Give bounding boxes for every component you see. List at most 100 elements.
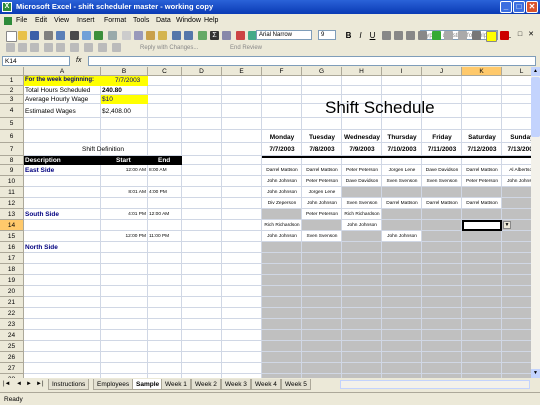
cut-icon[interactable] <box>122 31 131 40</box>
email-icon[interactable] <box>56 31 65 40</box>
last-sheet-icon[interactable]: ►| <box>36 379 44 390</box>
shift-start-time[interactable]: 8:01 AM <box>101 188 146 197</box>
scroll-down-icon[interactable]: ▼ <box>531 369 540 378</box>
formula-input[interactable] <box>88 56 536 66</box>
shift-start-time[interactable]: 12:00 AM <box>101 166 146 175</box>
row-header-7[interactable]: 7 <box>0 143 24 156</box>
column-header-k[interactable]: K <box>462 67 502 76</box>
assignment-cell[interactable]: Dave Davidson <box>422 166 462 175</box>
currency-icon[interactable] <box>432 31 441 40</box>
fx-icon[interactable]: fx <box>76 55 81 67</box>
end-review-button[interactable]: End Review <box>230 42 262 54</box>
assignment-cell[interactable]: Dave Davidson <box>342 177 382 186</box>
hyperlink-icon[interactable] <box>198 31 207 40</box>
print-icon[interactable] <box>70 31 79 40</box>
row-header-5[interactable]: 5 <box>0 118 24 130</box>
active-cell[interactable] <box>462 220 502 231</box>
assignment-cell[interactable]: Rich Richardson <box>342 210 382 219</box>
chart-wizard-icon[interactable] <box>236 31 245 40</box>
assignment-cell[interactable]: Peter Peterson <box>462 177 502 186</box>
assignment-cell[interactable]: Sven Svenson <box>382 177 422 186</box>
menu-help[interactable]: Help <box>204 14 218 28</box>
shift-start-time[interactable]: 12:00 PM <box>101 232 146 241</box>
row-header-25[interactable]: 25 <box>0 341 24 352</box>
assignment-cell[interactable]: Al Albertson <box>502 166 531 175</box>
next-sheet-icon[interactable]: ► <box>26 379 32 390</box>
assignment-cell[interactable]: Rich Richardson <box>262 221 302 230</box>
spelling-icon[interactable] <box>94 31 103 40</box>
borders-icon[interactable] <box>472 31 481 40</box>
new-icon[interactable] <box>6 31 17 42</box>
row-header-21[interactable]: 21 <box>0 297 24 308</box>
menu-tools[interactable]: Tools <box>133 14 149 28</box>
menu-file[interactable]: File <box>16 14 27 28</box>
italic-icon[interactable]: I <box>356 31 365 40</box>
row-header-8[interactable]: 8 <box>0 156 24 165</box>
row-header-26[interactable]: 26 <box>0 352 24 363</box>
save-icon[interactable] <box>30 31 39 40</box>
column-header-a[interactable]: A <box>24 67 101 76</box>
review-icon-8[interactable] <box>98 43 107 52</box>
assignment-cell[interactable]: John Johnson <box>342 221 382 230</box>
minimize-button[interactable]: _ <box>500 1 512 13</box>
column-header-e[interactable]: E <box>222 67 262 76</box>
assignment-cell[interactable]: Darrel Mattson <box>422 199 462 208</box>
fill-color-icon[interactable] <box>486 31 497 42</box>
shift-end-time[interactable]: 11:00 PM <box>149 232 169 241</box>
assignment-cell[interactable]: John Johnson <box>262 177 302 186</box>
permission-icon[interactable] <box>44 31 53 40</box>
menu-window[interactable]: Window <box>176 14 201 28</box>
undo-icon[interactable] <box>172 31 181 40</box>
align-left-icon[interactable] <box>382 31 391 40</box>
assignment-cell[interactable]: Darrel Mattson <box>262 166 302 175</box>
review-icon-4[interactable] <box>44 43 53 52</box>
font-name-select[interactable]: Arial Narrow <box>256 30 312 40</box>
percent-icon[interactable] <box>444 31 453 40</box>
column-header-h[interactable]: H <box>342 67 382 76</box>
row-header-2[interactable]: 2 <box>0 86 24 95</box>
row-header-20[interactable]: 20 <box>0 286 24 297</box>
row-header-1[interactable]: 1 <box>0 76 24 86</box>
week-start-value[interactable]: 7/7/2003 <box>115 76 140 85</box>
name-box[interactable]: K14 <box>2 56 70 66</box>
menu-format[interactable]: Format <box>104 14 126 28</box>
row-header-16[interactable]: 16 <box>0 242 24 253</box>
bold-icon[interactable]: B <box>344 31 353 40</box>
shift-end-time[interactable]: 8:00 AM <box>149 166 167 175</box>
review-icon-6[interactable] <box>70 43 79 52</box>
row-header-3[interactable]: 3 <box>0 95 24 104</box>
assignment-cell[interactable]: Div Zeperson <box>262 199 302 208</box>
menu-edit[interactable]: Edit <box>35 14 47 28</box>
tab-sample[interactable]: Sample <box>132 379 164 390</box>
assignment-cell[interactable]: John Johnson <box>382 232 422 241</box>
close-button[interactable]: ✕ <box>526 1 538 13</box>
font-size-select[interactable]: 9 <box>318 30 336 40</box>
assignment-cell[interactable]: Jorgen Lene <box>302 188 342 197</box>
shift-end-time[interactable]: 4:00 PM <box>149 188 167 197</box>
scroll-thumb[interactable] <box>531 77 540 137</box>
menu-view[interactable]: View <box>54 14 69 28</box>
assignment-cell[interactable]: John Johnson <box>502 177 531 186</box>
row-header-23[interactable]: 23 <box>0 319 24 330</box>
scroll-up-icon[interactable]: ▲ <box>531 67 540 76</box>
reply-with-changes-button[interactable]: Reply with Changes... <box>140 42 198 54</box>
menu-data[interactable]: Data <box>156 14 171 28</box>
row-header-27[interactable]: 27 <box>0 363 24 374</box>
assignment-cell[interactable]: John Johnson <box>262 188 302 197</box>
row-header-22[interactable]: 22 <box>0 308 24 319</box>
print-preview-icon[interactable] <box>82 31 91 40</box>
assignment-cell[interactable]: John Johnson <box>262 232 302 241</box>
column-header-i[interactable]: I <box>382 67 422 76</box>
workbook-icon[interactable] <box>4 17 12 25</box>
assignment-cell[interactable]: Darrel Mattson <box>302 166 342 175</box>
assignment-cell[interactable]: Sven Svenson <box>422 177 462 186</box>
maximize-button[interactable]: □ <box>513 1 525 13</box>
row-header-4[interactable]: 4 <box>0 104 24 118</box>
tab-instructions[interactable]: Instructions <box>48 379 90 390</box>
assignment-cell[interactable]: Peter Peterson <box>302 210 342 219</box>
shift-start-time[interactable]: 4:01 PM <box>101 210 146 219</box>
row-header-17[interactable]: 17 <box>0 253 24 264</box>
assignment-cell[interactable]: Sven Svenson <box>342 199 382 208</box>
menu-insert[interactable]: Insert <box>77 14 95 28</box>
column-header-g[interactable]: G <box>302 67 342 76</box>
